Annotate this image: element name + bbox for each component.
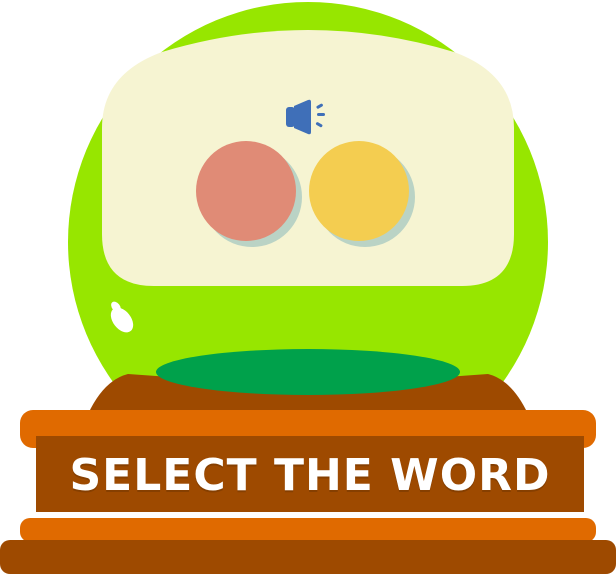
snow-globe-scene xyxy=(0,2,616,574)
globe-screen xyxy=(102,30,514,286)
globe-base-platform xyxy=(156,349,460,395)
pedestal-bottom xyxy=(0,540,616,574)
pedestal-banner-body xyxy=(36,436,584,512)
pedestal-lower-ledge xyxy=(20,518,596,542)
